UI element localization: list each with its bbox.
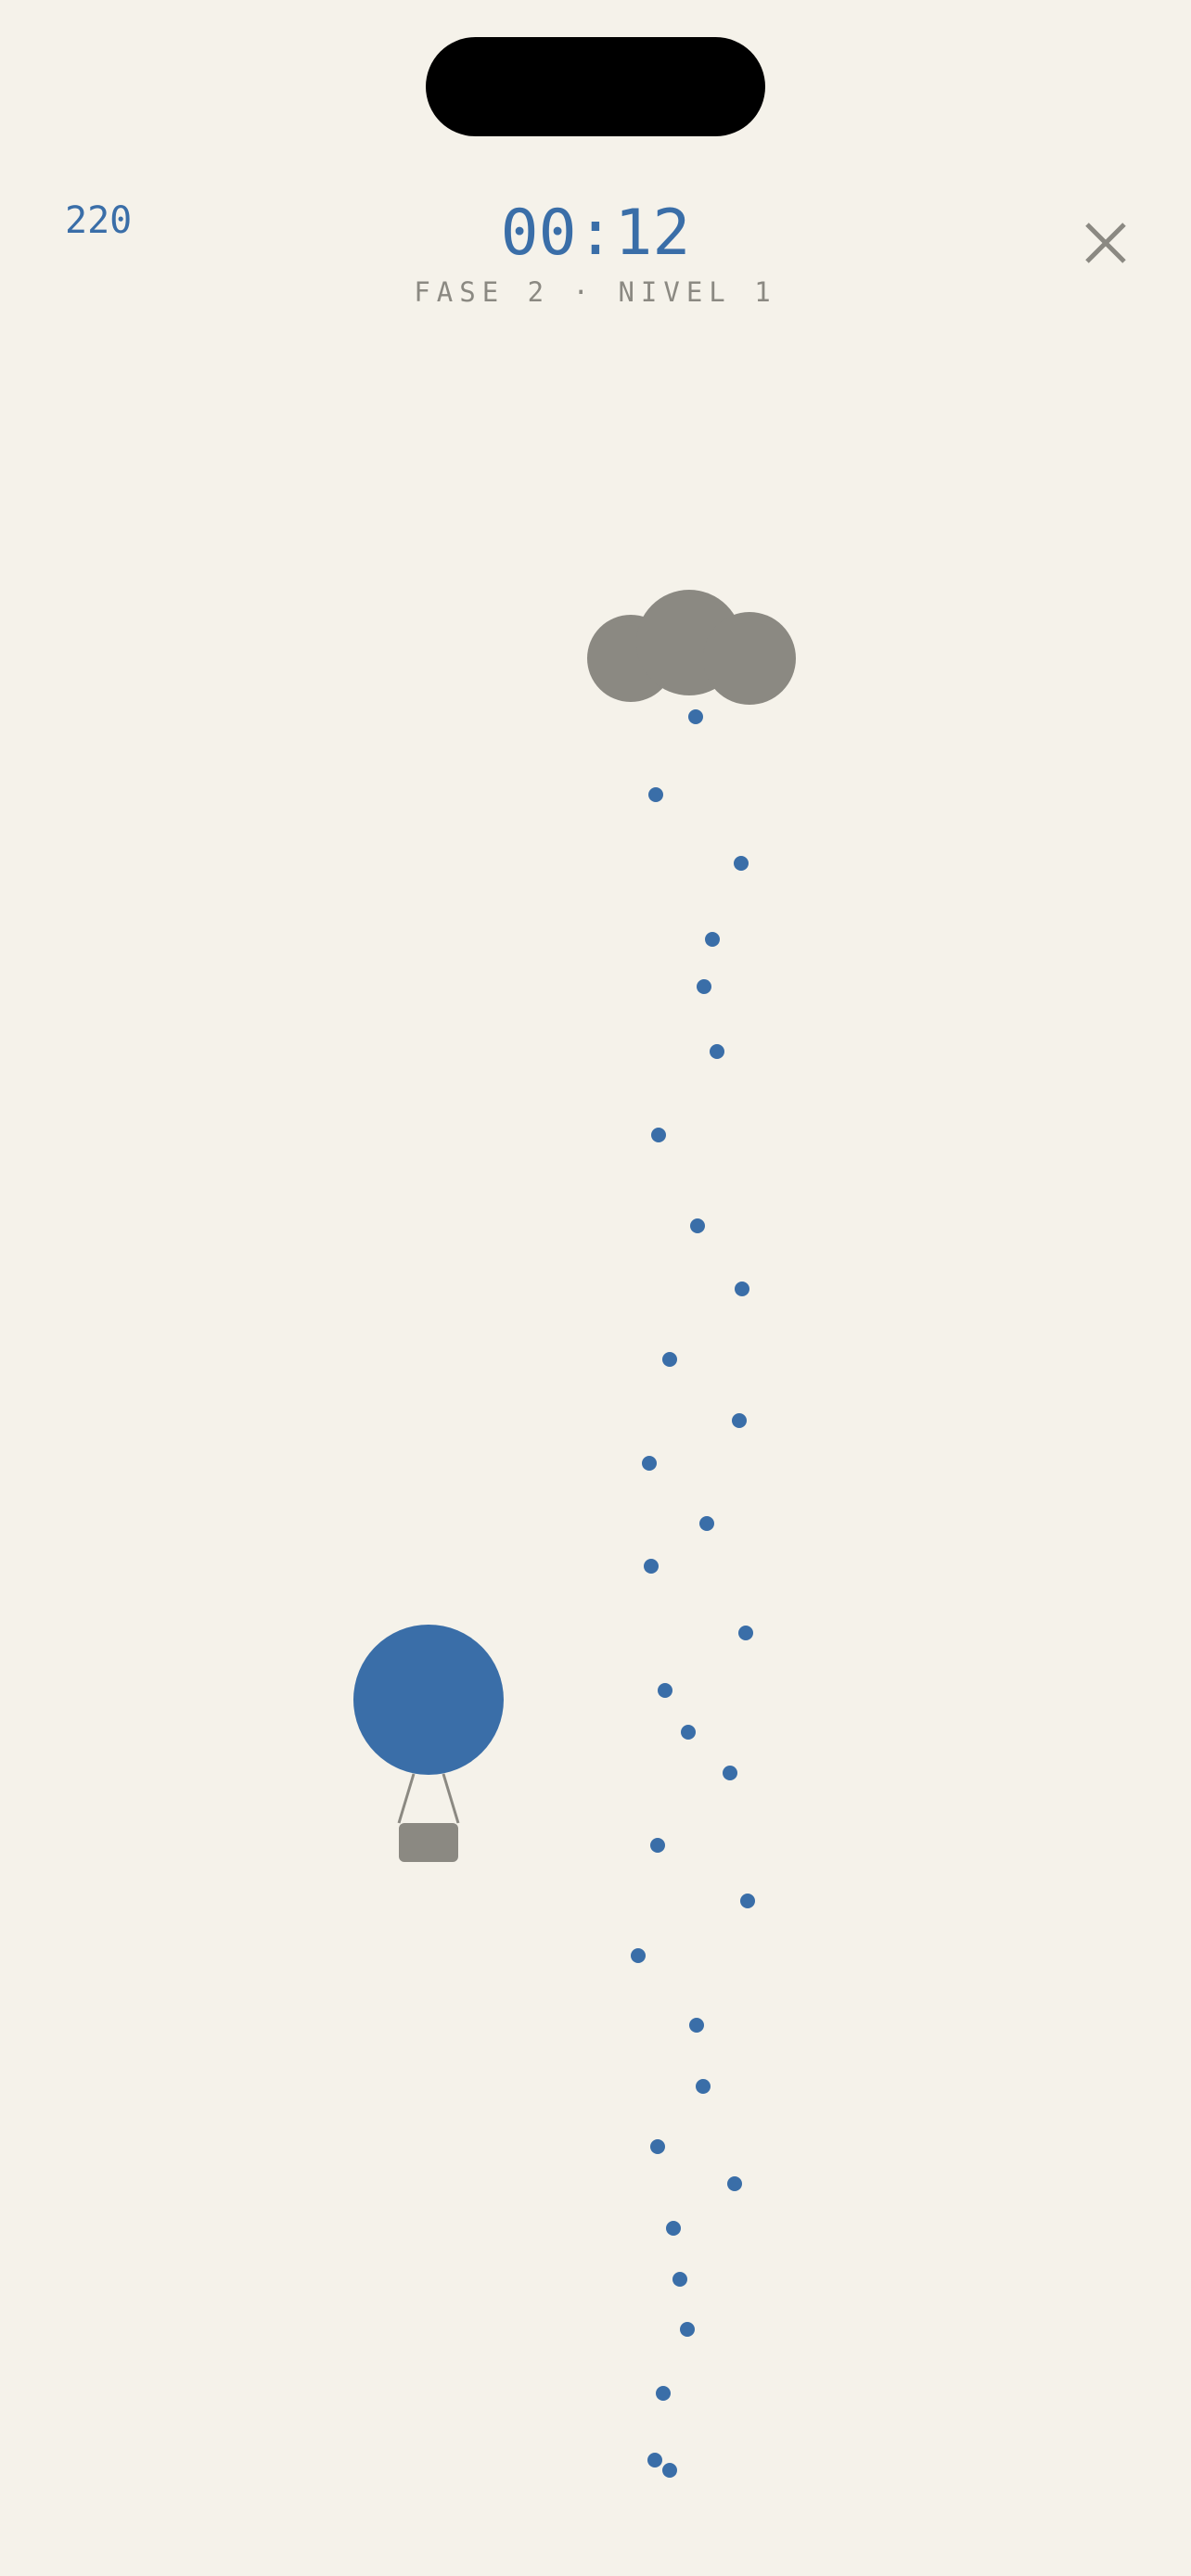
balloon-rope-left	[397, 1773, 416, 1824]
raindrop	[656, 2386, 671, 2401]
playfield[interactable]	[0, 0, 1191, 2576]
game-screen: 220 00:12 FASE 2 · NIVEL 1	[0, 0, 1191, 2576]
raindrop	[690, 1218, 705, 1233]
balloon-rope-right	[442, 1773, 460, 1824]
raindrop	[644, 1559, 659, 1574]
raindrop	[738, 1626, 753, 1640]
balloon-basket	[399, 1823, 458, 1862]
raindrop	[651, 1128, 666, 1142]
raindrop	[662, 1352, 677, 1367]
raindrop	[689, 2018, 704, 2033]
raindrop	[666, 2221, 681, 2236]
raindrop	[648, 787, 663, 802]
raindrop	[710, 1044, 724, 1059]
raindrop	[658, 1683, 672, 1698]
raindrop	[697, 979, 711, 994]
raindrop	[734, 856, 749, 871]
balloon-envelope	[353, 1625, 504, 1775]
raindrop	[732, 1413, 747, 1428]
raindrop	[650, 1838, 665, 1853]
raindrop	[723, 1766, 737, 1780]
cloud-icon	[587, 590, 796, 705]
balloon-icon[interactable]	[353, 1625, 504, 1862]
raindrop	[631, 1948, 646, 1963]
raindrop	[647, 2453, 662, 2468]
raindrop	[642, 1456, 657, 1471]
raindrops	[631, 709, 755, 2478]
raindrop	[650, 2139, 665, 2154]
raindrop	[688, 709, 703, 724]
raindrop	[680, 2322, 695, 2337]
raindrop	[681, 1725, 696, 1740]
raindrop	[672, 2272, 687, 2287]
raindrop	[735, 1282, 749, 1296]
raindrop	[662, 2463, 677, 2478]
raindrop	[705, 932, 720, 947]
raindrop	[696, 2079, 711, 2094]
raindrop	[699, 1516, 714, 1531]
raindrop	[727, 2176, 742, 2191]
raindrop	[740, 1894, 755, 1908]
